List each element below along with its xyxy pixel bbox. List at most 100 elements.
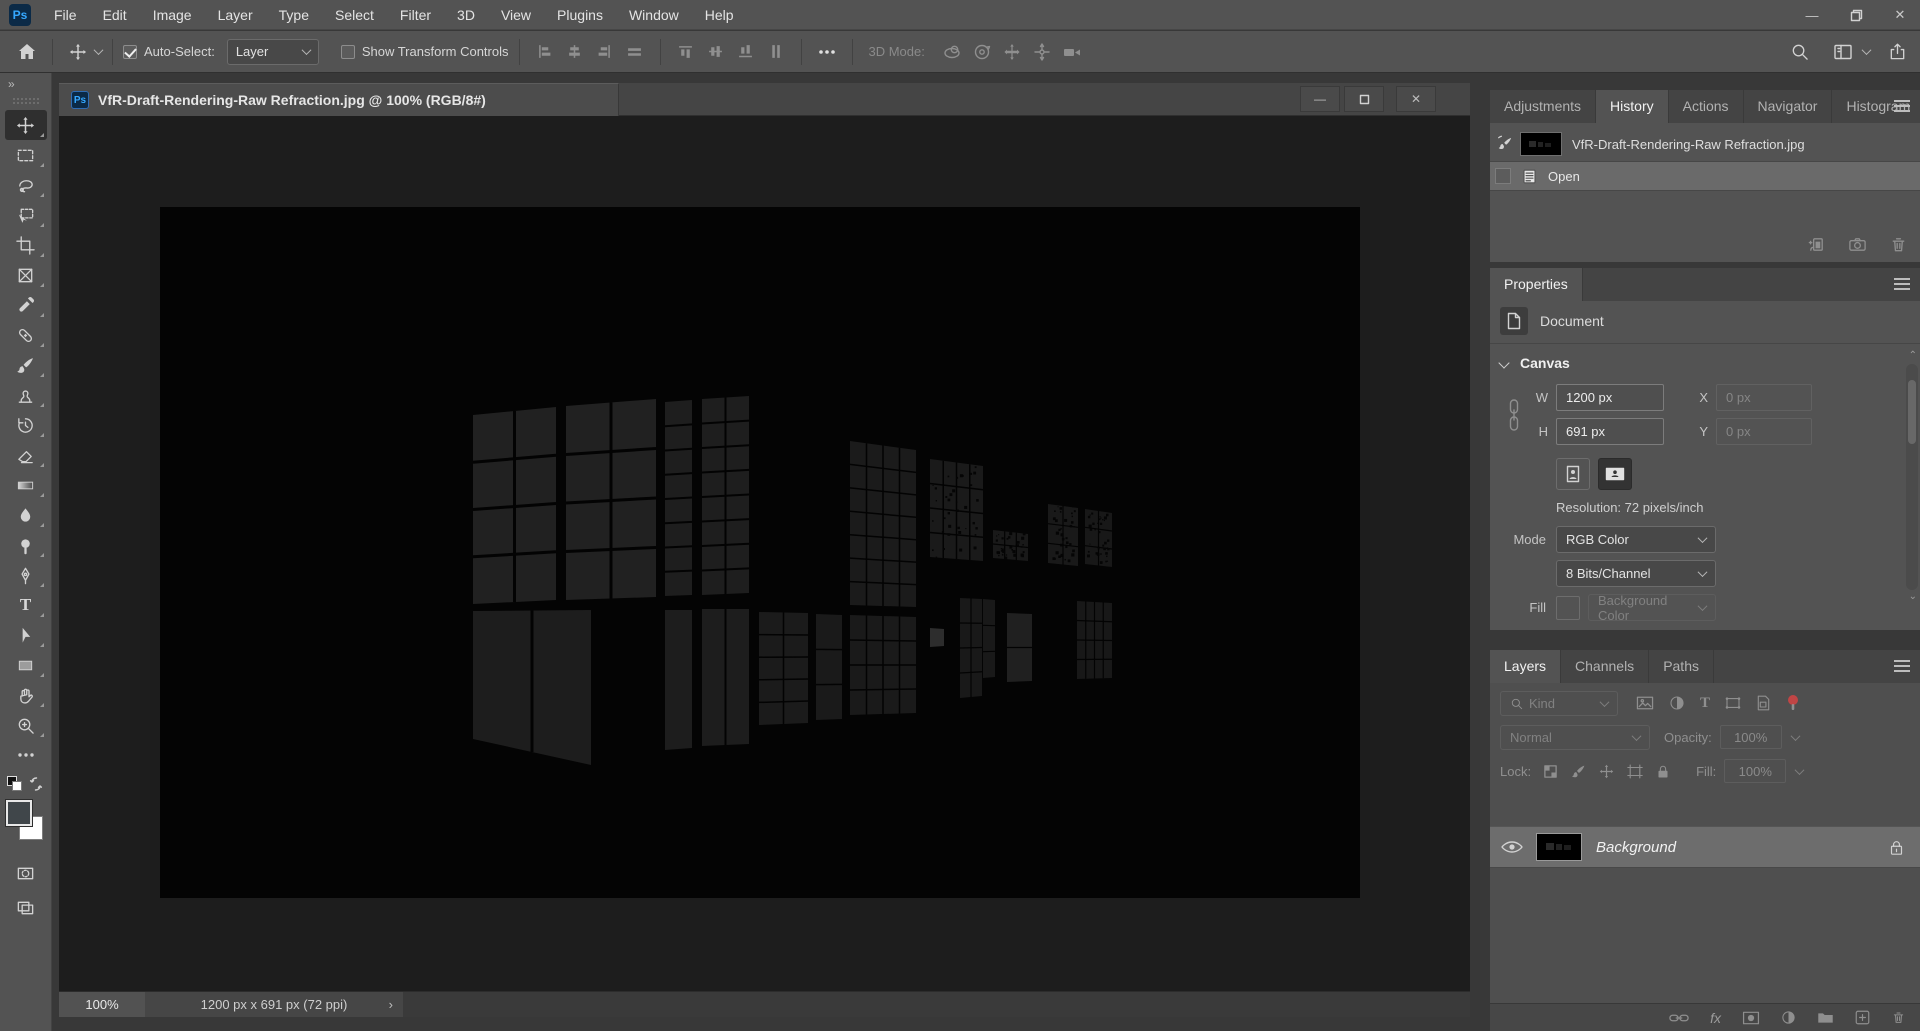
document-maximize-button[interactable] xyxy=(1344,86,1384,112)
menu-edit[interactable]: Edit xyxy=(90,0,140,30)
layer-thumbnail[interactable] xyxy=(1536,833,1582,861)
window-restore-button[interactable] xyxy=(1836,0,1876,30)
filter-smart-object-icon[interactable] xyxy=(1756,695,1771,711)
layer-name[interactable]: Background xyxy=(1596,839,1676,856)
auto-select-checkbox[interactable] xyxy=(123,45,137,59)
search-button[interactable] xyxy=(1784,37,1814,67)
scrollbar-thumb[interactable] xyxy=(1908,380,1916,444)
new-snapshot-icon[interactable] xyxy=(1848,235,1867,254)
scroll-up-icon[interactable]: ⌃ xyxy=(1909,350,1917,361)
tab-properties[interactable]: Properties xyxy=(1490,268,1583,301)
document-close-button[interactable]: ✕ xyxy=(1396,86,1436,112)
document-info-field[interactable]: 1200 px x 691 px (72 ppi) › xyxy=(145,992,403,1017)
menu-filter[interactable]: Filter xyxy=(387,0,444,30)
align-bottom-button[interactable] xyxy=(731,37,761,67)
auto-select-target-dropdown[interactable]: Layer xyxy=(227,39,319,65)
tool-lasso[interactable] xyxy=(5,170,47,200)
new-document-from-state-icon[interactable] xyxy=(1807,235,1826,254)
layer-effects-icon[interactable]: fx xyxy=(1710,1010,1721,1026)
tool-hand[interactable] xyxy=(5,680,47,710)
tab-channels[interactable]: Channels xyxy=(1561,650,1649,683)
tool-path-selection[interactable] xyxy=(5,620,47,650)
tab-actions[interactable]: Actions xyxy=(1669,90,1744,123)
bit-depth-dropdown[interactable]: 8 Bits/Channel xyxy=(1556,560,1716,587)
tab-history[interactable]: History xyxy=(1596,90,1669,123)
align-right-button[interactable] xyxy=(590,37,620,67)
mode-dropdown[interactable]: RGB Color xyxy=(1556,526,1716,553)
menu-window[interactable]: Window xyxy=(616,0,692,30)
history-snapshot-row[interactable]: VfR-Draft-Rendering-Raw Refraction.jpg xyxy=(1490,127,1920,161)
tool-blur[interactable] xyxy=(5,500,47,530)
screen-mode-button[interactable] xyxy=(5,892,47,922)
filter-shape-icon[interactable] xyxy=(1725,696,1741,710)
distribute-h-button[interactable] xyxy=(620,37,650,67)
tab-adjustments[interactable]: Adjustments xyxy=(1490,90,1596,123)
menu-image[interactable]: Image xyxy=(140,0,205,30)
menu-view[interactable]: View xyxy=(488,0,544,30)
lock-position-icon[interactable] xyxy=(1599,764,1614,779)
tool-rectangle-shape[interactable] xyxy=(5,650,47,680)
status-chevron-icon[interactable]: › xyxy=(389,997,393,1012)
zoom-level-field[interactable]: 100% xyxy=(59,992,145,1017)
history-state-open[interactable]: Open xyxy=(1490,161,1920,191)
canvas[interactable] xyxy=(160,207,1360,898)
distribute-v-button[interactable] xyxy=(761,37,791,67)
tool-brush[interactable] xyxy=(5,350,47,380)
menu-file[interactable]: File xyxy=(41,0,90,30)
document-minimize-button[interactable]: — xyxy=(1300,86,1340,112)
menu-help[interactable]: Help xyxy=(692,0,747,30)
scroll-down-icon[interactable]: ⌄ xyxy=(1909,591,1917,602)
menu-select[interactable]: Select xyxy=(322,0,387,30)
edit-toolbar-button[interactable] xyxy=(5,740,47,770)
menu-layer[interactable]: Layer xyxy=(205,0,266,30)
tool-crop[interactable] xyxy=(5,230,47,260)
tool-move[interactable] xyxy=(5,110,47,140)
layer-visibility-eye-icon[interactable] xyxy=(1500,839,1524,855)
tool-eyedropper[interactable] xyxy=(5,290,47,320)
move-options-chevron[interactable] xyxy=(94,45,104,55)
workspace-switcher-button[interactable] xyxy=(1828,37,1858,67)
toolbar-grip[interactable] xyxy=(12,97,40,104)
tab-layers[interactable]: Layers xyxy=(1490,650,1561,683)
height-input[interactable]: 691 px xyxy=(1556,418,1664,445)
tool-type[interactable]: T xyxy=(5,590,47,620)
canvas-section-header[interactable]: Canvas xyxy=(1490,348,1920,378)
menu-type[interactable]: Type xyxy=(266,0,322,30)
width-input[interactable]: 1200 px xyxy=(1556,384,1664,411)
document-tab[interactable]: Ps VfR-Draft-Rendering-Raw Refraction.jp… xyxy=(59,83,619,116)
properties-scrollbar[interactable] xyxy=(1906,364,1918,590)
lock-artboard-icon[interactable] xyxy=(1627,764,1643,779)
tool-frame[interactable] xyxy=(5,260,47,290)
history-brush-source-icon[interactable] xyxy=(1496,135,1514,153)
layer-row-background[interactable]: Background xyxy=(1490,826,1920,868)
quick-mask-button[interactable] xyxy=(5,858,47,888)
tool-clone-stamp[interactable] xyxy=(5,380,47,410)
window-minimize-button[interactable]: — xyxy=(1792,0,1832,30)
default-colors-button[interactable] xyxy=(7,776,23,792)
delete-layer-icon[interactable] xyxy=(1891,1010,1906,1025)
history-source-well[interactable] xyxy=(1495,168,1511,184)
landscape-orientation-button[interactable] xyxy=(1598,458,1632,490)
lock-pixels-icon[interactable] xyxy=(1571,764,1586,779)
tool-dodge[interactable] xyxy=(5,530,47,560)
add-adjustment-icon[interactable] xyxy=(1781,1010,1796,1025)
tool-zoom[interactable] xyxy=(5,710,47,740)
swap-colors-icon[interactable] xyxy=(28,776,44,792)
align-top-button[interactable] xyxy=(671,37,701,67)
link-layers-icon[interactable] xyxy=(1669,1012,1689,1024)
align-center-h-button[interactable] xyxy=(560,37,590,67)
layers-menu-icon[interactable] xyxy=(1894,660,1910,672)
tab-navigator[interactable]: Navigator xyxy=(1744,90,1833,123)
new-layer-icon[interactable] xyxy=(1855,1010,1870,1025)
tool-gradient[interactable] xyxy=(5,470,47,500)
filter-image-icon[interactable] xyxy=(1636,695,1654,711)
panel-menu-icon[interactable] xyxy=(1894,100,1910,112)
lock-transparent-icon[interactable] xyxy=(1543,764,1558,779)
window-close-button[interactable]: ✕ xyxy=(1880,0,1920,30)
foreground-color-swatch[interactable] xyxy=(6,800,32,826)
kind-filter-dropdown[interactable]: Kind xyxy=(1500,691,1618,716)
share-button[interactable] xyxy=(1882,37,1912,67)
tool-history-brush[interactable] xyxy=(5,410,47,440)
filter-type-icon[interactable]: T xyxy=(1700,695,1710,712)
tab-paths[interactable]: Paths xyxy=(1649,650,1714,683)
